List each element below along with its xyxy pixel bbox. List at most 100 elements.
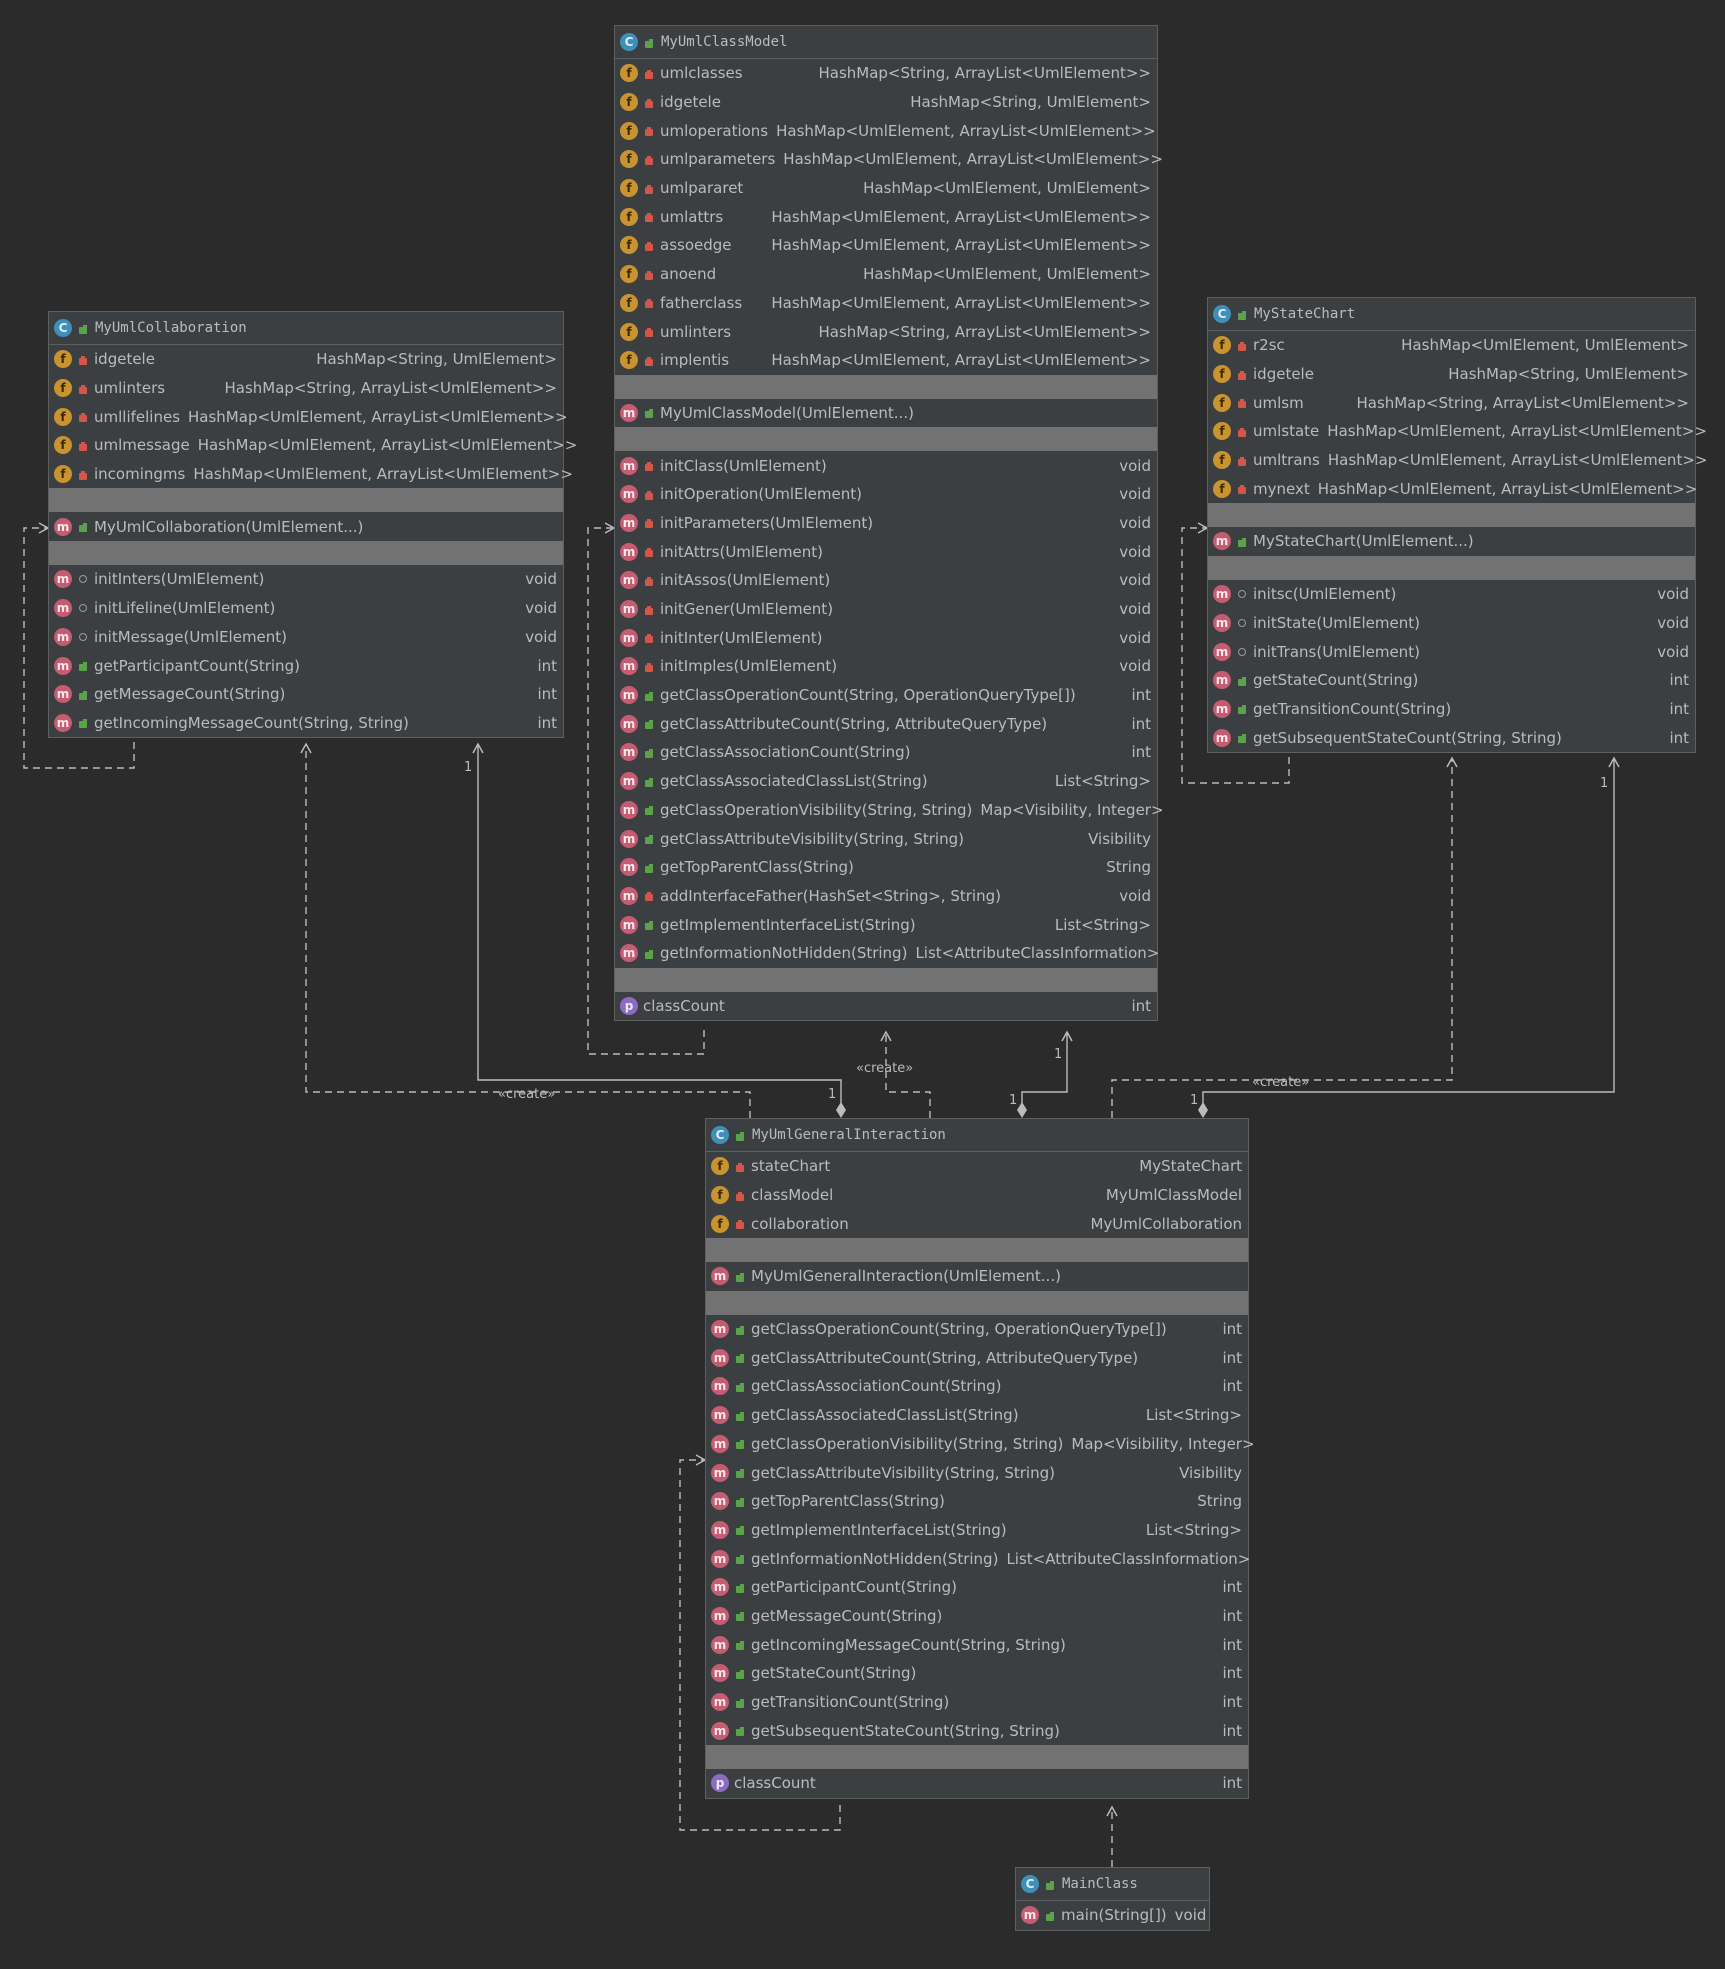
- method-row-gettransitioncount[interactable]: m getTransitionCount(String) int: [706, 1688, 1248, 1717]
- method-row-getsubsequentstatecount[interactable]: m getSubsequentStateCount(String, String)…: [706, 1716, 1248, 1745]
- field-row-umloperations[interactable]: f umloperations HashMap<UmlElement, ArrayL…: [615, 116, 1157, 145]
- constructor-row[interactable]: m MyUmlClassModel(UmlElement...): [615, 399, 1157, 428]
- method-row-getinformationnothidden[interactable]: m getInformationNotHidden(String) List<Att…: [615, 939, 1159, 968]
- method-row-initinters[interactable]: m initInters(UmlElement) void: [49, 565, 563, 594]
- field-row-umllifelines[interactable]: f umllifelines HashMap<UmlElement, ArrayLi…: [49, 402, 568, 431]
- field-row-umlinters[interactable]: f umlinters HashMap<String, ArrayList<UmlE…: [615, 317, 1157, 346]
- field-row-mynext[interactable]: f mynext HashMap<UmlElement, ArrayList<Uml…: [1208, 474, 1697, 503]
- package-visibility-icon: [77, 572, 89, 586]
- method-row-getincomingmessagecount[interactable]: m getIncomingMessageCount(String, String)…: [706, 1630, 1248, 1659]
- method-row-getclassattributevisibility[interactable]: m getClassAttributeVisibility(String, Str…: [615, 824, 1157, 853]
- method-icon: m: [1213, 642, 1231, 661]
- method-row-getmessagecount[interactable]: m getMessageCount(String) int: [49, 680, 563, 709]
- private-visibility-icon: [1236, 338, 1248, 352]
- field-row-umlstate[interactable]: f umlstate HashMap<UmlElement, ArrayList<U…: [1208, 417, 1707, 446]
- field-row-fatherclass[interactable]: f fatherclass HashMap<UmlElement, ArrayLis…: [615, 289, 1157, 318]
- method-row-initimples[interactable]: m initImples(UmlElement) void: [615, 652, 1157, 681]
- method-row-gettopparentclass[interactable]: m getTopParentClass(String) String: [706, 1487, 1248, 1516]
- method-row-getclassattributevisibility[interactable]: m getClassAttributeVisibility(String, Str…: [706, 1458, 1248, 1487]
- field-row-idgetele[interactable]: f idgetele HashMap<String, UmlElement>: [1208, 360, 1695, 389]
- method-row-getparticipantcount[interactable]: m getParticipantCount(String) int: [706, 1573, 1248, 1602]
- field-row-umlparameters[interactable]: f umlparameters HashMap<UmlElement, ArrayL…: [615, 145, 1163, 174]
- field-row-statechart[interactable]: f stateChart MyStateChart: [706, 1152, 1248, 1181]
- field-row-umlmessage[interactable]: f umlmessage HashMap<UmlElement, ArrayList…: [49, 431, 577, 460]
- class-box-myumlcollaboration[interactable]: C MyUmlCollaboration f idgetele HashMap<Stri…: [48, 311, 577, 739]
- method-row-initattrs[interactable]: m initAttrs(UmlElement) void: [615, 537, 1157, 566]
- method-row-initoperation[interactable]: m initOperation(UmlElement) void: [615, 480, 1157, 509]
- member-name: getImplementInterfaceList(String): [751, 1520, 1007, 1539]
- method-row-main[interactable]: m main(String[]) void: [1016, 1901, 1209, 1930]
- method-row-getparticipantcount[interactable]: m getParticipantCount(String) int: [49, 651, 563, 680]
- method-row-gettransitioncount[interactable]: m getTransitionCount(String) int: [1208, 695, 1695, 724]
- method-row-getsubsequentstatecount[interactable]: m getSubsequentStateCount(String, String)…: [1208, 723, 1695, 752]
- method-row-initgener[interactable]: m initGener(UmlElement) void: [615, 595, 1157, 624]
- field-row-classmodel[interactable]: f classModel MyUmlClassModel: [706, 1181, 1248, 1210]
- field-row-collaboration[interactable]: f collaboration MyUmlCollaboration: [706, 1209, 1248, 1238]
- method-row-getclassassociatedclasslist[interactable]: m getClassAssociatedClassList(String) List…: [706, 1401, 1248, 1430]
- method-row-initsc[interactable]: m initsc(UmlElement) void: [1208, 580, 1695, 609]
- field-row-umlsm[interactable]: f umlsm HashMap<String, ArrayList<UmlEleme…: [1208, 388, 1695, 417]
- method-row-initparameters[interactable]: m initParameters(UmlElement) void: [615, 509, 1157, 538]
- member-name: getTransitionCount(String): [1253, 699, 1452, 718]
- field-row-umlclasses[interactable]: f umlclasses HashMap<String, ArrayList<Uml…: [615, 59, 1157, 88]
- property-row-classcount[interactable]: p classCount int: [706, 1769, 1248, 1798]
- method-row-getstatecount[interactable]: m getStateCount(String) int: [706, 1659, 1248, 1688]
- field-row-implentis[interactable]: f implentis HashMap<UmlElement, ArrayList<…: [615, 346, 1157, 375]
- class-box-myumlclassmodel[interactable]: C MyUmlClassModel f umlclasses HashMap<Strin…: [614, 25, 1164, 1022]
- method-row-getinformationnothidden[interactable]: m getInformationNotHidden(String) List<Att…: [706, 1544, 1250, 1573]
- class-box-mainclass[interactable]: C MainClass m main(String[]) void: [1015, 1867, 1210, 1931]
- class-header[interactable]: C MyUmlGeneralInteraction: [706, 1119, 1248, 1152]
- class-header[interactable]: C MyUmlCollaboration: [49, 312, 563, 345]
- method-row-getincomingmessagecount[interactable]: m getIncomingMessageCount(String, String)…: [49, 709, 563, 738]
- field-row-umlattrs[interactable]: f umlattrs HashMap<UmlElement, ArrayList<U…: [615, 202, 1157, 231]
- method-row-getclassoperationvisibility[interactable]: m getClassOperationVisibility(String, Str…: [706, 1430, 1255, 1459]
- method-row-getclassoperationcount[interactable]: m getClassOperationCount(String, Operatio…: [706, 1315, 1248, 1344]
- field-row-idgetele[interactable]: f idgetele HashMap<String, UmlElement>: [49, 345, 563, 374]
- class-box-mystatechart[interactable]: C MyStateChart f r2sc HashMap<UmlElement, Um…: [1207, 297, 1707, 753]
- property-row-classcount[interactable]: p classCount int: [615, 992, 1157, 1021]
- method-row-getclassassociationcount[interactable]: m getClassAssociationCount(String) int: [615, 738, 1157, 767]
- method-row-getimplementinterfacelist[interactable]: m getImplementInterfaceList(String) List<S…: [706, 1516, 1248, 1545]
- method-row-initinter[interactable]: m initInter(UmlElement) void: [615, 623, 1157, 652]
- method-row-inittrans[interactable]: m initTrans(UmlElement) void: [1208, 637, 1695, 666]
- method-row-initassos[interactable]: m initAssos(UmlElement) void: [615, 566, 1157, 595]
- method-row-getclassoperationcount[interactable]: m getClassOperationCount(String, Operatio…: [615, 681, 1157, 710]
- method-icon: m: [620, 714, 638, 733]
- field-row-idgetele[interactable]: f idgetele HashMap<String, UmlElement>: [615, 88, 1157, 117]
- method-row-getimplementinterfacelist[interactable]: m getImplementInterfaceList(String) List<S…: [615, 910, 1157, 939]
- member-type: int: [1669, 699, 1689, 718]
- field-row-r2sc[interactable]: f r2sc HashMap<UmlElement, UmlElement>: [1208, 331, 1695, 360]
- method-row-initclass[interactable]: m initClass(UmlElement) void: [615, 451, 1157, 480]
- method-row-getclassassociationcount[interactable]: m getClassAssociationCount(String) int: [706, 1372, 1248, 1401]
- class-header[interactable]: C MainClass: [1016, 1868, 1209, 1901]
- class-header[interactable]: C MyStateChart: [1208, 298, 1695, 331]
- member-type: HashMap<UmlElement, ArrayList<UmlElement…: [1327, 451, 1708, 470]
- field-row-umlpararet[interactable]: f umlpararet HashMap<UmlElement, UmlElemen…: [615, 174, 1157, 203]
- method-icon: m: [620, 485, 638, 504]
- method-row-getmessagecount[interactable]: m getMessageCount(String) int: [706, 1602, 1248, 1631]
- field-row-assoedge[interactable]: f assoedge HashMap<UmlElement, ArrayList<U…: [615, 231, 1157, 260]
- class-header[interactable]: C MyUmlClassModel: [615, 26, 1157, 59]
- public-visibility-icon: [734, 1269, 746, 1283]
- member-name: classCount: [734, 1774, 816, 1793]
- class-name: MyUmlCollaboration: [95, 320, 247, 336]
- method-row-getstatecount[interactable]: m getStateCount(String) int: [1208, 666, 1695, 695]
- field-row-umlinters[interactable]: f umlinters HashMap<String, ArrayList<UmlE…: [49, 374, 563, 403]
- constructor-row[interactable]: m MyUmlCollaboration(UmlElement...): [49, 512, 563, 541]
- field-row-incomingms[interactable]: f incomingms HashMap<UmlElement, ArrayList…: [49, 460, 573, 489]
- field-row-umltrans[interactable]: f umltrans HashMap<UmlElement, ArrayList<U…: [1208, 446, 1707, 475]
- public-visibility-icon: [734, 1351, 746, 1365]
- method-row-initstate[interactable]: m initState(UmlElement) void: [1208, 609, 1695, 638]
- class-box-myumlgeneralinteraction[interactable]: C MyUmlGeneralInteraction f stateChart MySta…: [705, 1118, 1255, 1799]
- method-row-addinterfacefather[interactable]: m addInterfaceFather(HashSet<String>, Str…: [615, 882, 1157, 911]
- method-row-getclassoperationvisibility[interactable]: m getClassOperationVisibility(String, Str…: [615, 796, 1164, 825]
- method-row-initmessage[interactable]: m initMessage(UmlElement) void: [49, 623, 563, 652]
- field-row-anoend[interactable]: f anoend HashMap<UmlElement, UmlElement>: [615, 260, 1157, 289]
- method-row-initlifeline[interactable]: m initLifeline(UmlElement) void: [49, 594, 563, 623]
- method-row-getclassassociatedclasslist[interactable]: m getClassAssociatedClassList(String) List…: [615, 767, 1157, 796]
- method-row-getclassattributecount[interactable]: m getClassAttributeCount(String, Attribut…: [706, 1343, 1248, 1372]
- constructor-row[interactable]: m MyUmlGeneralInteraction(UmlElement...): [706, 1262, 1248, 1291]
- method-row-gettopparentclass[interactable]: m getTopParentClass(String) String: [615, 853, 1157, 882]
- constructor-row[interactable]: m MyStateChart(UmlElement...): [1208, 527, 1695, 556]
- method-row-getclassattributecount[interactable]: m getClassAttributeCount(String, Attribut…: [615, 709, 1157, 738]
